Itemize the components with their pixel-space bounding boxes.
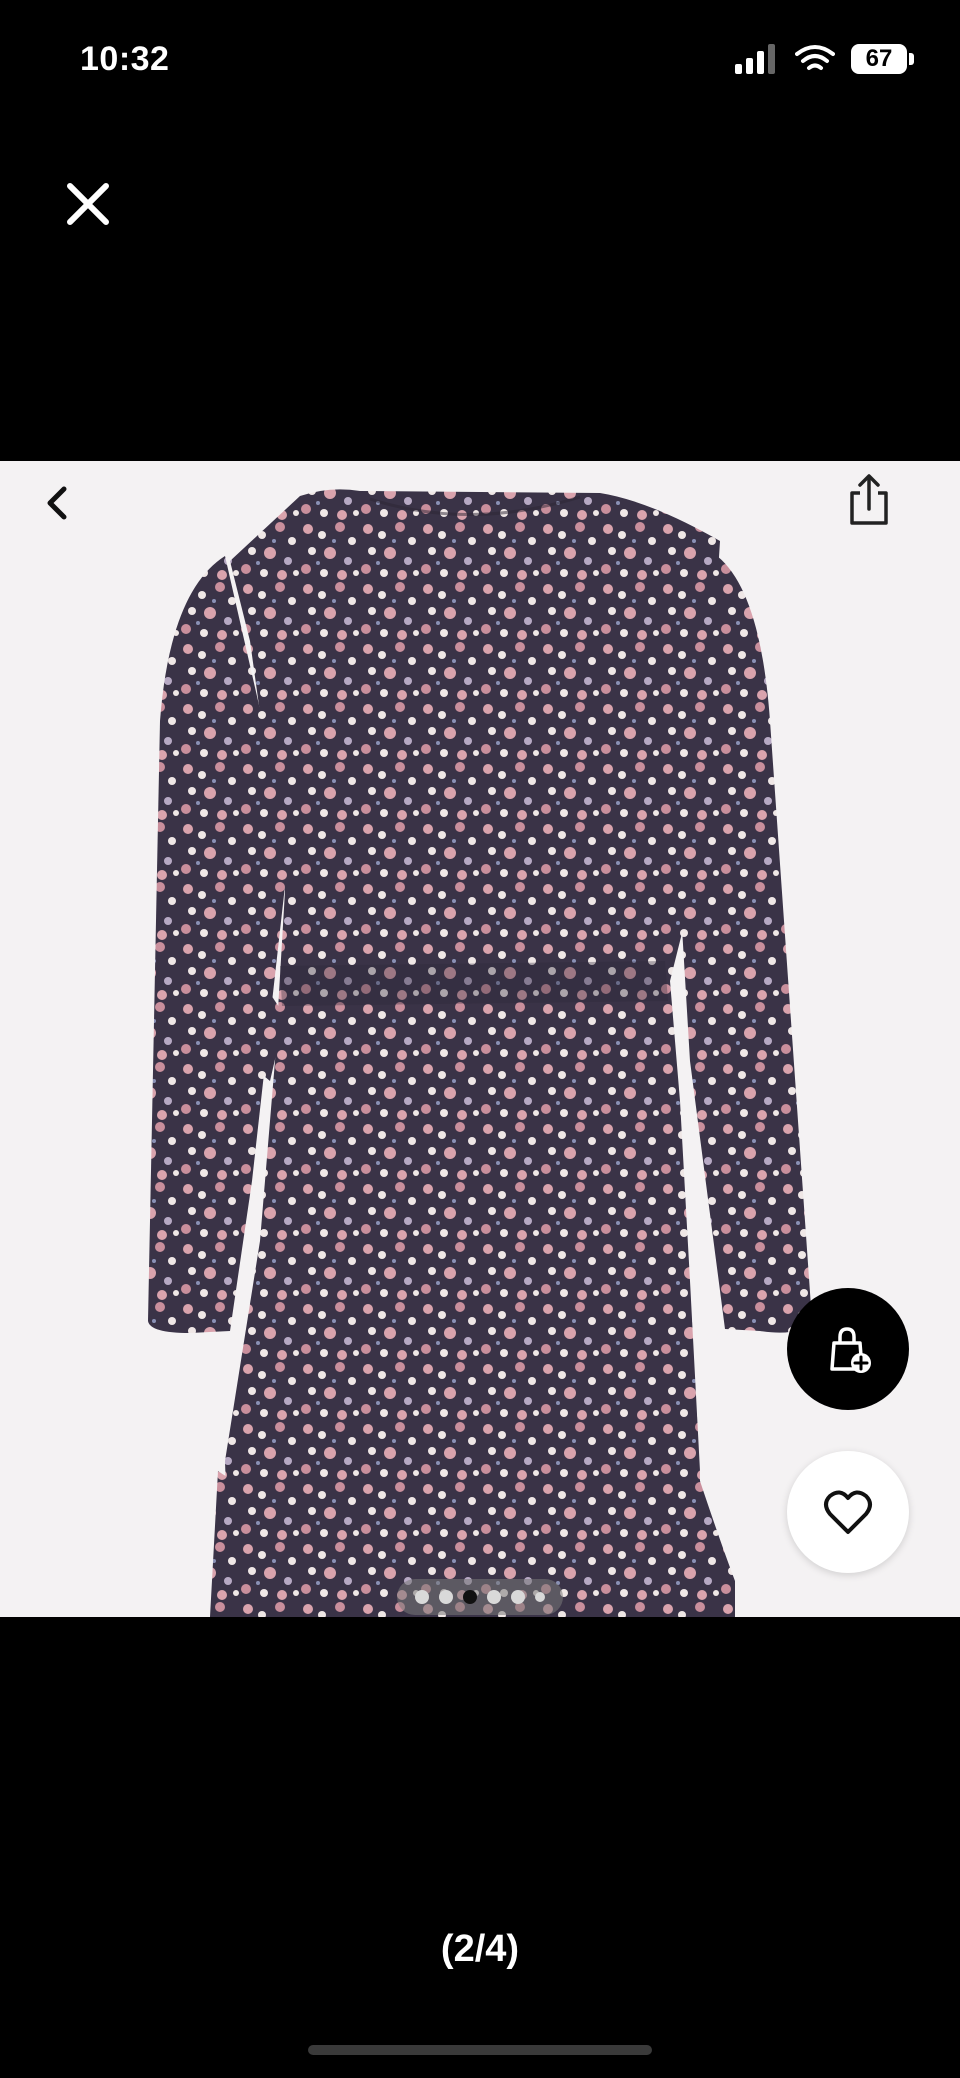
image-counter: (2/4)	[440, 1928, 520, 1970]
heart-icon	[824, 1490, 872, 1534]
pager-dot[interactable]	[415, 1590, 429, 1604]
status-bar: 10:32 67	[0, 0, 960, 120]
bag-plus-icon	[830, 1327, 871, 1373]
share-button[interactable]	[842, 471, 896, 531]
pager-dot[interactable]	[487, 1590, 501, 1604]
pager-dot[interactable]	[511, 1590, 525, 1604]
status-time: 10:32	[80, 40, 170, 78]
close-button[interactable]	[60, 176, 116, 232]
add-to-bag-button[interactable]	[787, 1288, 909, 1410]
pager-dot[interactable]	[535, 1592, 545, 1602]
home-indicator[interactable]	[308, 2045, 652, 2055]
image-pager	[397, 1579, 563, 1615]
product-image-viewer[interactable]	[0, 461, 960, 1617]
wifi-icon	[795, 45, 835, 70]
pager-dot[interactable]	[439, 1590, 453, 1604]
signal-icon	[735, 44, 775, 74]
status-icons: 67	[735, 44, 914, 74]
product-image[interactable]	[0, 461, 960, 1617]
back-button[interactable]	[36, 473, 78, 533]
close-icon	[67, 183, 109, 225]
pager-dot-active[interactable]	[463, 1590, 477, 1604]
share-icon	[850, 474, 888, 525]
chevron-left-icon	[47, 486, 67, 520]
battery-icon: 67	[851, 44, 907, 74]
wishlist-button[interactable]	[787, 1451, 909, 1573]
